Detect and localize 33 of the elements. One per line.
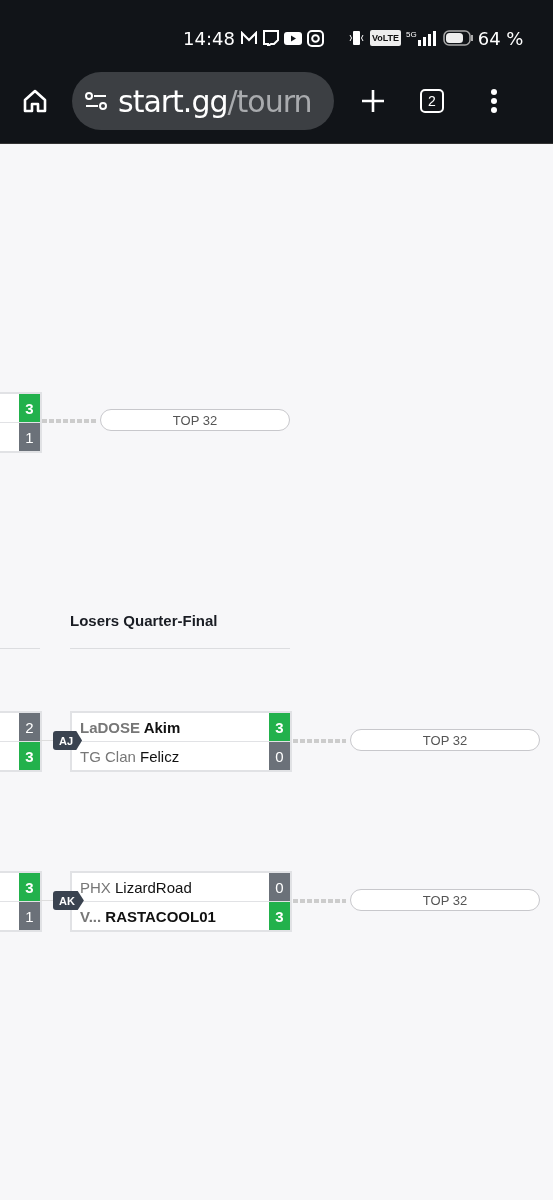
score: 2 — [19, 713, 40, 741]
score: 3 — [19, 742, 40, 770]
score: 0 — [269, 873, 290, 901]
next-round-pill: TOP 32 — [350, 889, 540, 911]
tab-count-button[interactable]: 2 — [420, 89, 444, 113]
battery-level: 64 % — [477, 27, 524, 49]
address-bar[interactable]: start.gg/tourn — [72, 72, 334, 130]
next-round-pill: TOP 32 — [100, 409, 290, 431]
home-icon[interactable] — [22, 88, 48, 114]
score: 0 — [269, 742, 290, 770]
next-round-pill: TOP 32 — [350, 729, 540, 751]
score: 3 — [19, 394, 40, 422]
clock: 14:48 — [183, 27, 235, 49]
signal-indicator: 5G — [406, 30, 438, 46]
url-text: start.gg/tourn — [118, 83, 312, 119]
play-icon — [283, 31, 302, 45]
score: 1 — [19, 423, 40, 451]
chat-icon — [262, 30, 279, 46]
vibrate-icon — [347, 30, 365, 46]
score: 1 — [19, 902, 40, 930]
camera-icon — [306, 29, 324, 47]
volte-label: VoLTE — [369, 30, 402, 46]
mail-icon — [239, 31, 258, 45]
menu-icon[interactable] — [490, 88, 498, 114]
site-settings-icon[interactable] — [84, 92, 108, 110]
score: 3 — [269, 902, 290, 930]
score: 3 — [19, 873, 40, 901]
player-name: TG Clan Felicz — [79, 747, 180, 765]
new-tab-icon[interactable] — [360, 88, 386, 114]
battery-icon — [442, 30, 473, 46]
score: 3 — [269, 713, 290, 741]
round-title: Losers Quarter-Final — [70, 612, 218, 629]
player-name: V... RASTACOOL01 — [79, 907, 216, 925]
